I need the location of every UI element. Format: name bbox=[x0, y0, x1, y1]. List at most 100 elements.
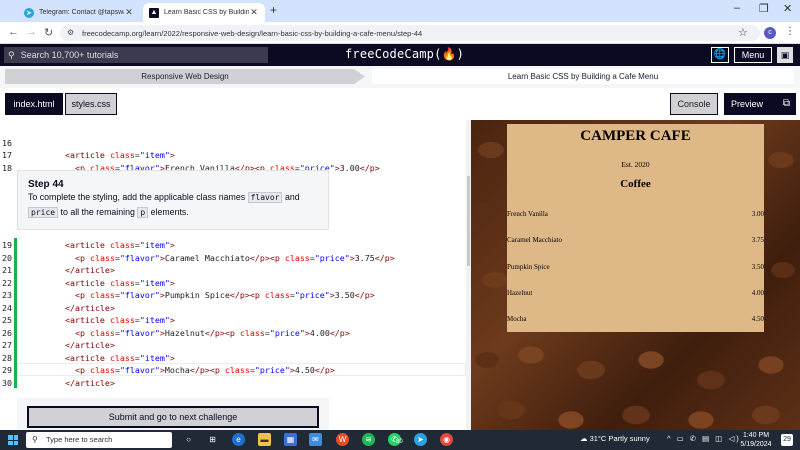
console-button[interactable]: Console bbox=[670, 93, 718, 115]
bookmark-star-icon[interactable]: ☆ bbox=[738, 26, 748, 39]
code-line: 22 <article class="item"> bbox=[0, 277, 466, 290]
code-line: 20 <p class="flavor">Caramel Macchiato</… bbox=[0, 252, 466, 265]
widgets-icon[interactable]: ⊞ bbox=[206, 433, 219, 446]
weather-widget[interactable]: ☁ 31°C Partly sunny bbox=[580, 434, 650, 443]
file-explorer-icon[interactable]: ▬ bbox=[258, 433, 271, 446]
back-icon[interactable]: ← bbox=[8, 26, 19, 38]
user-avatar-icon[interactable]: ▣ bbox=[777, 47, 793, 63]
profile-avatar[interactable]: c bbox=[764, 27, 776, 39]
line-number: 25 bbox=[2, 315, 12, 325]
forward-icon[interactable]: → bbox=[26, 26, 37, 38]
site-info-icon[interactable]: ⚙ bbox=[67, 28, 74, 37]
telegram-icon: ➤ bbox=[24, 7, 34, 18]
preview-button[interactable]: Preview ⧉ bbox=[724, 93, 796, 115]
code-line: 21 </article> bbox=[0, 264, 466, 277]
menu-item-flavor: Mocha bbox=[507, 315, 527, 323]
url-input[interactable]: ⚙ freecodecamp.org/learn/2022/responsive… bbox=[60, 25, 760, 41]
cafe-menu: CAMPER CAFE Est. 2020 Coffee French Vani… bbox=[507, 124, 764, 332]
step-text-part: elements. bbox=[150, 207, 189, 217]
code-text: <article class="item"> bbox=[64, 315, 175, 325]
inline-code: p bbox=[137, 207, 149, 218]
code-line: 16 <article class="item"> bbox=[0, 124, 466, 161]
store-icon[interactable]: ▦ bbox=[284, 433, 297, 446]
edge-icon[interactable]: e bbox=[232, 433, 245, 446]
inline-code: flavor bbox=[247, 192, 283, 203]
app-w-icon[interactable]: W bbox=[336, 433, 349, 446]
code-text: <article class="item"> bbox=[64, 277, 175, 288]
line-number: 24 bbox=[2, 302, 12, 313]
code-line: 26 <p class="flavor">Hazelnut</p><p clas… bbox=[0, 327, 466, 340]
url-text: freecodecamp.org/learn/2022/responsive-w… bbox=[82, 28, 423, 38]
step-text-part: To complete the styling, add the applica… bbox=[28, 192, 246, 202]
menu-item-price: 3.75 bbox=[751, 236, 764, 244]
menu-item-price: 3.50 bbox=[751, 263, 764, 271]
tab-title: Learn Basic CSS by Building a Ca... bbox=[164, 9, 249, 16]
code-editor[interactable]: 16 <article class="item"> 17 <p class="f… bbox=[0, 120, 466, 430]
windows-start-icon[interactable] bbox=[8, 435, 18, 445]
close-tab-icon[interactable]: ✕ bbox=[124, 7, 134, 18]
clock[interactable]: 1:40 PM 5/19/2024 bbox=[736, 431, 776, 449]
popout-icon[interactable]: ⧉ bbox=[783, 93, 790, 115]
new-tab-button[interactable]: + bbox=[270, 3, 277, 17]
taskbar-search-input[interactable]: ⚲ Type here to search bbox=[26, 432, 172, 448]
line-number: 18 bbox=[2, 162, 12, 173]
clock-time: 1:40 PM bbox=[742, 432, 770, 439]
notifications-badge[interactable]: 29 bbox=[781, 434, 793, 446]
breadcrumb-block[interactable]: Learn Basic CSS by Building a Cafe Menu bbox=[372, 69, 794, 84]
code-text: <p class="flavor">Mocha</p><p class="pri… bbox=[74, 365, 335, 375]
price-text: 3.00 bbox=[339, 162, 360, 173]
mail-icon[interactable]: ✉ bbox=[309, 433, 322, 446]
tab-index-html[interactable]: index.html bbox=[5, 93, 63, 115]
browser-tab-fcc[interactable]: ▲ Learn Basic CSS by Building a Ca... ✕ bbox=[143, 3, 265, 22]
minimize-icon[interactable]: – bbox=[734, 2, 740, 14]
code-line: 25 <article class="item"> bbox=[0, 314, 466, 327]
browser-tab-strip: ➤ Telegram: Contact @tapswap_mi... ✕ ▲ L… bbox=[0, 0, 800, 22]
system-tray-icons[interactable]: ^ ▭ ✆ ▤ ◫ ◁) bbox=[667, 434, 741, 443]
taskbar-search-placeholder: Type here to search bbox=[46, 435, 113, 444]
chrome-icon[interactable]: ◉ bbox=[440, 433, 453, 446]
line-number: 27 bbox=[2, 340, 12, 350]
spotify-icon[interactable]: ≋ bbox=[362, 433, 375, 446]
code-line: 27 </article> bbox=[0, 339, 466, 352]
cafe-title: CAMPER CAFE bbox=[580, 128, 691, 144]
address-bar-row: ← → ↻ ⚙ freecodecamp.org/learn/2022/resp… bbox=[0, 22, 800, 44]
tab-styles-css[interactable]: styles.css bbox=[65, 93, 117, 115]
submit-button[interactable]: Submit and go to next challenge bbox=[27, 406, 319, 428]
windows-taskbar: ⚲ Type here to search ○ ⊞ e ▬ ▦ ✉ W ≋ ✆ … bbox=[0, 430, 800, 450]
fcc-icon: ▲ bbox=[149, 7, 159, 18]
menu-item-flavor: French Vanilla bbox=[507, 210, 548, 218]
breadcrumb-superblock[interactable]: Responsive Web Design bbox=[5, 69, 365, 84]
code-text: </article> bbox=[64, 377, 115, 388]
code-line: 19 <article class="item"> bbox=[0, 239, 466, 252]
line-number: 29 bbox=[2, 365, 12, 375]
close-tab-icon[interactable]: ✕ bbox=[249, 7, 259, 18]
reload-icon[interactable]: ↻ bbox=[44, 26, 53, 39]
breadcrumb: Responsive Web Design Learn Basic CSS by… bbox=[0, 66, 800, 88]
menu-section-heading: Coffee bbox=[620, 178, 651, 190]
code-text: <p class="flavor">Caramel Macchiato</p><… bbox=[74, 252, 395, 263]
line-number: 22 bbox=[2, 277, 12, 288]
code-line: 23 <p class="flavor">Pumpkin Spice</p><p… bbox=[0, 289, 466, 302]
menu-button[interactable]: Menu bbox=[734, 47, 772, 63]
code-text: </article> bbox=[64, 340, 115, 350]
menu-item: Mocha 4.50 bbox=[507, 315, 764, 327]
line-number: 26 bbox=[2, 327, 12, 338]
fcc-logo[interactable]: freeCodeCamp(🔥) bbox=[345, 47, 464, 61]
language-globe-icon[interactable]: 🌐 bbox=[711, 47, 729, 63]
browser-tab-telegram[interactable]: ➤ Telegram: Contact @tapswap_mi... ✕ bbox=[18, 3, 140, 22]
inline-code: price bbox=[28, 207, 59, 218]
line-number: 23 bbox=[2, 290, 12, 300]
maximize-icon[interactable]: ❐ bbox=[759, 2, 769, 15]
scrollbar-thumb[interactable] bbox=[467, 176, 470, 266]
submit-area: Submit and go to next challenge bbox=[17, 398, 329, 430]
preview-pane: CAMPER CAFE Est. 2020 Coffee French Vani… bbox=[471, 120, 800, 430]
task-view-icon[interactable]: ○ bbox=[182, 433, 195, 446]
browser-menu-icon[interactable]: ⋮ bbox=[785, 26, 795, 37]
search-input[interactable]: ⚲ Search 10,700+ tutorials bbox=[4, 47, 268, 63]
weather-text: 31°C Partly sunny bbox=[589, 434, 650, 443]
code-line: 24 </article> bbox=[0, 302, 466, 315]
close-window-icon[interactable]: ✕ bbox=[783, 2, 792, 15]
telegram-taskbar-icon[interactable]: ➤ bbox=[414, 433, 427, 446]
menu-item-flavor: Caramel Macchiato bbox=[507, 236, 563, 244]
code-line: 28 <article class="item"> bbox=[0, 352, 466, 365]
